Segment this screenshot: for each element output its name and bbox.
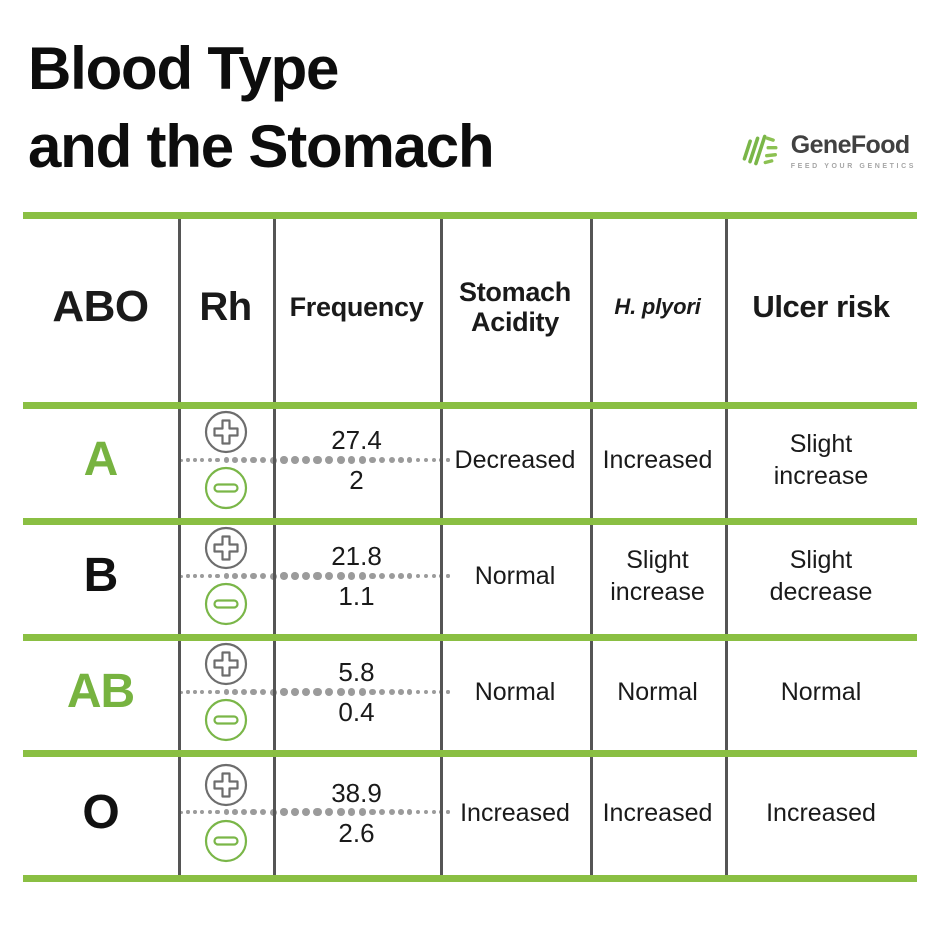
rh-icon-stack — [203, 641, 249, 743]
header-cell-abo: ABO — [23, 212, 178, 402]
cell-abo: O — [23, 750, 178, 875]
rh-positive-icon — [204, 526, 247, 570]
rh-positive-icon — [204, 410, 247, 454]
frequency-positive-value: 5.8 — [338, 657, 375, 687]
rule-header-bottom — [23, 402, 917, 409]
cell-stomach-acidity: Normal — [440, 518, 590, 634]
frequency-positive-value: 21.8 — [331, 541, 382, 571]
rh-negative-icon — [204, 466, 247, 510]
h-pylori-value: Normal — [617, 678, 698, 706]
ulcer-risk-value: Increased — [766, 798, 876, 827]
ulcer-risk-value: Normal — [780, 678, 862, 706]
frequency-values: 38.9 2.6 — [279, 780, 434, 846]
cell-abo: B — [23, 518, 178, 634]
cell-ulcer-risk: Increased — [725, 750, 917, 875]
header-label-frequency: Frequency — [289, 291, 424, 322]
infographic-page: Blood Type and the Stomach GeneFood FEED… — [0, 0, 940, 940]
rule-table-top — [23, 212, 917, 219]
rule-row-ab-bottom — [23, 750, 917, 757]
rh-positive-icon — [204, 763, 247, 806]
rule-row-a-bottom — [23, 518, 917, 525]
cell-h-pylori: Slight increase — [590, 518, 725, 634]
ulcer-risk-value: Slight decrease — [769, 546, 873, 606]
table-header-row: ABO Rh Frequency Stomach Acidity H. plyo… — [23, 212, 917, 402]
h-pylori-value: Slight increase — [610, 546, 705, 606]
genefood-logo: GeneFood FEED YOUR GENETICS — [742, 130, 916, 170]
column-divider-rh-frequency — [273, 212, 276, 882]
stomach-acidity-value: Normal — [474, 678, 556, 706]
column-divider-acidity-hpylori — [590, 212, 593, 882]
frequency-negative-value: 2.6 — [338, 817, 375, 848]
column-divider-frequency-acidity — [440, 212, 443, 882]
header-label-abo: ABO — [52, 282, 149, 332]
stomach-acidity-value: Increased — [460, 798, 570, 827]
stomach-acidity-value: Decreased — [454, 446, 576, 474]
stomach-acidity-value: Normal — [474, 562, 556, 590]
header-cell-ulcer-risk: Ulcer risk — [725, 212, 917, 402]
header-cell-frequency: Frequency — [273, 212, 440, 402]
cell-h-pylori: Increased — [590, 402, 725, 518]
cell-frequency: 38.9 2.6 — [273, 750, 440, 875]
cell-stomach-acidity: Decreased — [440, 402, 590, 518]
rule-table-bottom — [23, 875, 917, 882]
h-pylori-value: Increased — [602, 446, 713, 474]
rule-row-b-bottom — [23, 634, 917, 641]
frequency-positive-value: 38.9 — [331, 777, 382, 808]
abo-label: O — [82, 785, 119, 839]
h-pylori-value: Increased — [602, 798, 713, 827]
rh-icon-stack — [203, 409, 249, 511]
table-row: A 27.4 2 Decreased Increased Slight incr… — [23, 402, 917, 518]
abo-label: A — [83, 433, 119, 486]
cell-abo: AB — [23, 634, 178, 750]
cell-frequency: 27.4 2 — [273, 402, 440, 518]
ulcer-risk-value: Slight increase — [773, 430, 869, 490]
logo-text: GeneFood FEED YOUR GENETICS — [791, 131, 916, 170]
cell-stomach-acidity: Normal — [440, 634, 590, 750]
cell-ulcer-risk: Slight increase — [725, 402, 917, 518]
cell-ulcer-risk: Slight decrease — [725, 518, 917, 634]
rh-negative-icon — [204, 819, 247, 862]
frequency-values: 5.8 0.4 — [279, 659, 434, 725]
table-row: O 38.9 2.6 Increased Increased Increased — [23, 750, 917, 875]
header-cell-stomach-acidity: Stomach Acidity — [440, 212, 590, 402]
frequency-values: 21.8 1.1 — [279, 543, 434, 609]
genefood-logo-mark — [742, 134, 778, 166]
header-cell-h-pylori: H. plyori — [590, 212, 725, 402]
table-row: B 21.8 1.1 Normal Slight increase Slight… — [23, 518, 917, 634]
logo-wordmark: GeneFood — [790, 130, 910, 159]
cell-ulcer-risk: Normal — [725, 634, 917, 750]
cell-frequency: 21.8 1.1 — [273, 518, 440, 634]
rh-negative-icon — [204, 582, 247, 626]
abo-label: B — [83, 549, 119, 602]
header-label-ulcer-risk: Ulcer risk — [752, 288, 890, 324]
cell-frequency: 5.8 0.4 — [273, 634, 440, 750]
frequency-negative-value: 1.1 — [338, 581, 375, 611]
frequency-values: 27.4 2 — [279, 427, 434, 493]
header: Blood Type and the Stomach GeneFood FEED… — [0, 0, 940, 212]
header-cell-rh: Rh — [178, 212, 273, 402]
frequency-negative-value: 0.4 — [338, 697, 375, 727]
header-label-rh: Rh — [199, 284, 252, 329]
page-title: Blood Type and the Stomach — [28, 35, 495, 180]
header-label-stomach-acidity: Stomach Acidity — [459, 276, 571, 337]
table-row: AB 5.8 0.4 Normal Normal Normal — [23, 634, 917, 750]
rh-negative-icon — [204, 698, 247, 742]
column-divider-hpylori-ulcer — [725, 212, 728, 882]
rh-icon-stack — [203, 525, 249, 627]
logo-tagline: FEED YOUR GENETICS — [790, 162, 916, 170]
header-label-h-pylori: H. plyori — [614, 293, 701, 319]
rh-icon-stack — [203, 762, 249, 864]
cell-h-pylori: Increased — [590, 750, 725, 875]
cell-h-pylori: Normal — [590, 634, 725, 750]
column-divider-abo-rh — [178, 212, 181, 882]
frequency-negative-value: 2 — [349, 465, 364, 495]
cell-abo: A — [23, 402, 178, 518]
abo-label: AB — [66, 665, 135, 718]
rh-positive-icon — [204, 642, 247, 686]
blood-type-table: ABO Rh Frequency Stomach Acidity H. plyo… — [23, 212, 917, 882]
cell-stomach-acidity: Increased — [440, 750, 590, 875]
frequency-positive-value: 27.4 — [331, 425, 382, 455]
